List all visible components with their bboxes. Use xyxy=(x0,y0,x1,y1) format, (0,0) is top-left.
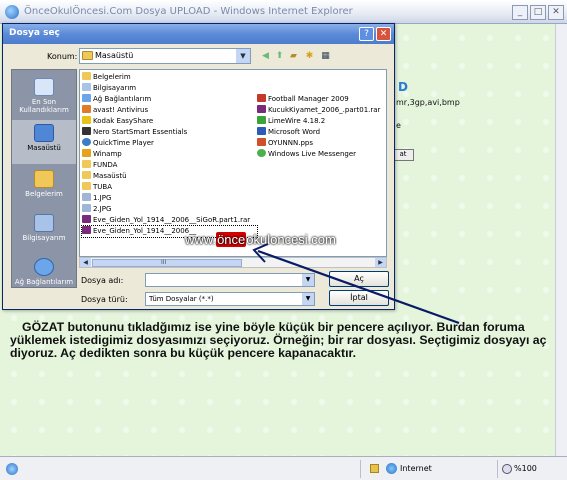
annotation-arrow xyxy=(252,243,460,325)
arrow-shaft xyxy=(257,249,460,325)
instruction-caption: GÖZAT butonunu tıkladğımız ise yine böyl… xyxy=(10,320,547,361)
